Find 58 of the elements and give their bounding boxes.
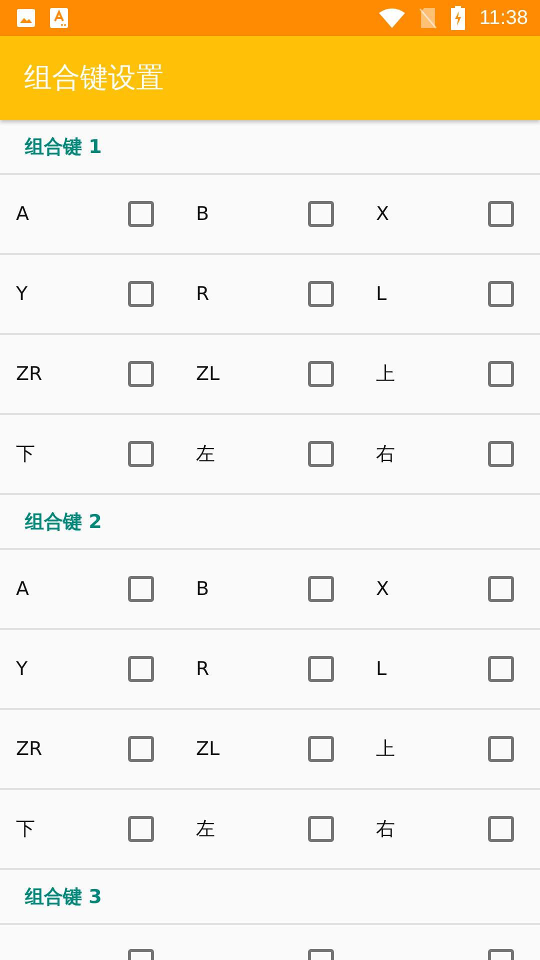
checkbox[interactable] — [488, 361, 514, 387]
key-label: X — [376, 203, 390, 225]
key-label: ZL — [196, 738, 220, 760]
key-label: 下 — [16, 443, 35, 465]
key-label: R — [196, 658, 210, 680]
checkbox[interactable] — [488, 736, 514, 762]
image-icon — [16, 8, 36, 28]
status-time: 11:38 — [479, 6, 528, 30]
key-label: Y — [16, 283, 28, 305]
wifi-icon — [379, 8, 406, 28]
checkbox[interactable] — [128, 361, 154, 387]
checkbox[interactable] — [488, 656, 514, 682]
checkbox[interactable] — [488, 201, 514, 227]
key-label: L — [376, 658, 387, 680]
checkbox[interactable] — [308, 656, 334, 682]
key-label: 右 — [376, 818, 395, 840]
checkbox[interactable] — [308, 281, 334, 307]
checkbox[interactable] — [128, 656, 154, 682]
checkbox[interactable] — [128, 576, 154, 602]
checkbox[interactable] — [308, 441, 334, 467]
checkbox[interactable] — [128, 736, 154, 762]
group-heading: 组合键 3 — [25, 884, 102, 910]
key-label: ZL — [196, 363, 220, 385]
key-label: 右 — [376, 443, 395, 465]
key-label: B — [196, 203, 210, 225]
checkbox[interactable] — [488, 281, 514, 307]
key-label: 左 — [196, 818, 215, 840]
key-label: B — [196, 578, 210, 600]
key-label: ZR — [16, 738, 42, 760]
checkbox[interactable] — [308, 576, 334, 602]
checkbox[interactable] — [488, 816, 514, 842]
battery-charging-icon — [451, 6, 466, 30]
checkbox[interactable] — [308, 361, 334, 387]
group-heading: 组合键 1 — [25, 134, 102, 160]
key-label: X — [376, 578, 390, 600]
key-label: R — [196, 283, 210, 305]
key-label: A — [16, 578, 29, 600]
checkbox[interactable] — [308, 816, 334, 842]
key-label: 上 — [376, 738, 395, 760]
checkbox[interactable] — [308, 201, 334, 227]
key-label: 下 — [16, 818, 35, 840]
checkbox[interactable] — [128, 441, 154, 467]
checkbox[interactable] — [128, 201, 154, 227]
checkbox[interactable] — [128, 281, 154, 307]
app-title: 组合键设置 — [24, 60, 164, 96]
key-label: 左 — [196, 443, 215, 465]
key-label: A — [16, 203, 29, 225]
checkbox[interactable] — [488, 576, 514, 602]
group-heading: 组合键 2 — [25, 510, 102, 534]
checkbox[interactable] — [308, 736, 334, 762]
checkbox[interactable] — [128, 816, 154, 842]
no-sim-icon — [419, 7, 438, 29]
key-label: ZR — [16, 363, 42, 385]
key-label: Y — [16, 658, 28, 680]
key-label: L — [376, 283, 387, 305]
checkbox[interactable] — [488, 441, 514, 467]
text-notification-icon — [50, 8, 68, 28]
key-label: 上 — [376, 363, 395, 385]
